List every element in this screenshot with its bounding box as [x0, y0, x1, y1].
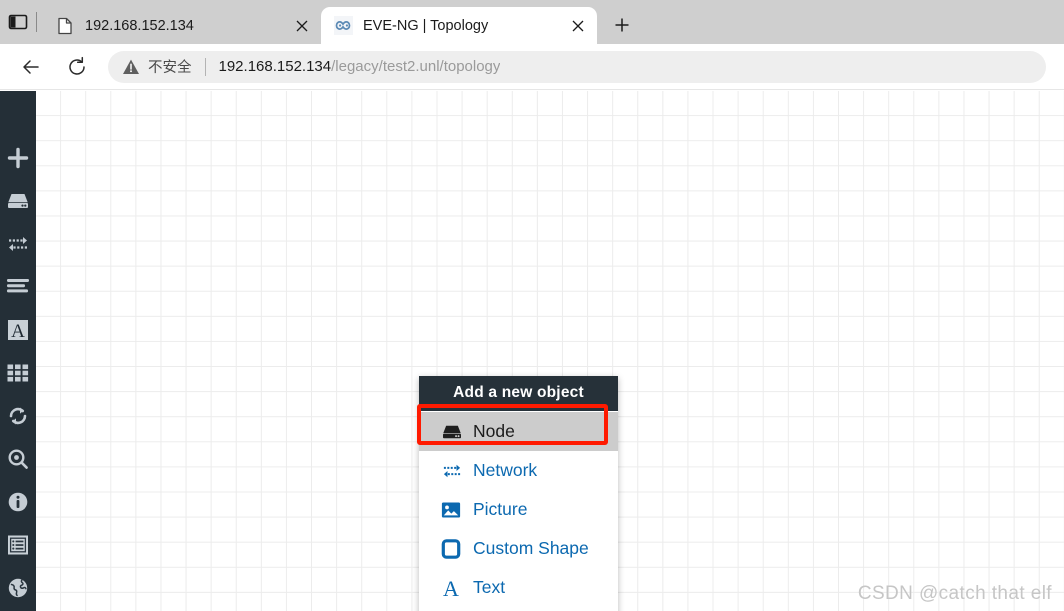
url-host: 192.168.152.134 [218, 58, 332, 75]
layers-lines-icon [6, 278, 30, 296]
browser-tab-1[interactable]: 192.168.152.134 [43, 7, 321, 44]
list-panel-icon [6, 534, 30, 556]
add-object-context-menu: Add a new object Node Network Picture Cu… [419, 376, 618, 611]
menu-item-node[interactable]: Node [419, 412, 618, 451]
topology-sidebar: A [0, 91, 36, 611]
sidebar-item-add-network[interactable] [0, 222, 36, 265]
back-button[interactable] [14, 50, 48, 84]
omnibox-separator [204, 57, 206, 76]
reload-button[interactable] [60, 50, 94, 84]
menu-item-custom-shape[interactable]: Custom Shape [419, 529, 618, 568]
text-a-icon: A [441, 577, 465, 599]
menu-item-picture[interactable]: Picture [419, 490, 618, 529]
svg-text:A: A [11, 321, 25, 342]
tab-title: 192.168.152.134 [85, 17, 194, 34]
sidebar-item-zoom[interactable] [0, 437, 36, 480]
sidebar-item-refresh-topology[interactable] [0, 394, 36, 437]
menu-item-network[interactable]: Network [419, 451, 618, 490]
menu-item-label: Node [473, 421, 515, 441]
sidebar-item-more[interactable] [0, 566, 36, 609]
close-icon[interactable] [289, 13, 315, 39]
menu-item-label: Picture [473, 499, 528, 519]
address-bar[interactable]: 不安全 192.168.152.134/legacy/test2.unl/top… [108, 50, 1046, 83]
browser-toolbar: 不安全 192.168.152.134/legacy/test2.unl/top… [0, 44, 1064, 90]
tab-separator [36, 12, 37, 32]
grid-icon [7, 364, 29, 382]
url-path: /legacy/test2.unl/topology [331, 58, 501, 75]
sidebar-item-startup-configs[interactable] [0, 265, 36, 308]
tab-title: EVE-NG | Topology [363, 17, 489, 34]
sidebar-item-grid-align[interactable] [0, 351, 36, 394]
context-menu-list: Node Network Picture Custom Shape A Text [419, 411, 618, 611]
menu-item-label: Text [473, 577, 506, 597]
plus-icon [7, 147, 29, 169]
picture-image-icon [441, 501, 465, 519]
new-tab-button[interactable] [603, 8, 641, 42]
page-content: CSDN @catch that elf A Add a new object … [0, 91, 1064, 611]
menu-item-text[interactable]: A Text [419, 568, 618, 607]
context-menu-title: Add a new object [419, 376, 618, 411]
magnifier-icon [7, 448, 29, 470]
url-text: 192.168.152.134/legacy/test2.unl/topolog… [219, 58, 501, 75]
menu-item-label: Network [473, 460, 538, 480]
watermark-text: CSDN @catch that elf [857, 583, 1052, 604]
sidebar-item-add-object[interactable] [0, 136, 36, 179]
info-icon [7, 491, 29, 513]
warning-triangle-icon[interactable] [122, 58, 140, 76]
close-icon[interactable] [565, 13, 591, 39]
security-status-text: 不安全 [148, 60, 192, 76]
svg-text:A: A [443, 577, 459, 599]
sidebar-item-status[interactable] [0, 480, 36, 523]
network-arrows-icon [441, 462, 465, 480]
eve-ng-logo-icon [333, 16, 353, 36]
text-a-icon: A [6, 318, 30, 342]
window-panel-icon[interactable] [0, 0, 36, 44]
menu-item-label: Custom Shape [473, 538, 589, 558]
sidebar-item-add-text[interactable]: A [0, 308, 36, 351]
refresh-icon [7, 405, 29, 427]
rounded-square-icon [441, 538, 465, 559]
sidebar-item-add-node[interactable] [0, 179, 36, 222]
tab-strip: 192.168.152.134 EVE-NG | Topology [0, 0, 1064, 44]
browser-window: 192.168.152.134 EVE-NG | Topology 不安全 19… [0, 0, 1064, 611]
server-node-icon [6, 191, 30, 211]
document-icon [55, 16, 75, 36]
network-arrows-icon [6, 234, 30, 254]
globe-icon [7, 577, 29, 599]
server-node-icon [441, 423, 465, 441]
browser-tab-2[interactable]: EVE-NG | Topology [321, 7, 597, 44]
sidebar-item-logs[interactable] [0, 523, 36, 566]
